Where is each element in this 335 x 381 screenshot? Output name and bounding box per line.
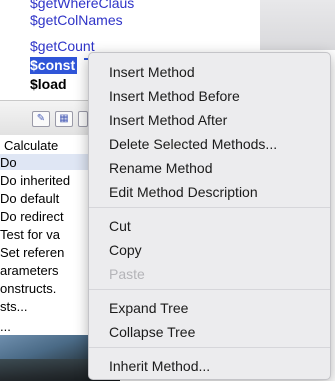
- tree-row[interactable]: Do redirect: [0, 209, 64, 224]
- menu-item-expand-tree[interactable]: Expand Tree: [109, 299, 188, 317]
- method-item-const-selected[interactable]: $const: [30, 57, 78, 74]
- menu-item-insert-method-after[interactable]: Insert Method After: [109, 111, 227, 129]
- window-background-strip: [260, 0, 335, 50]
- menu-item-insert-method-before[interactable]: Insert Method Before: [109, 87, 240, 105]
- edit-icon[interactable]: ✎: [32, 111, 50, 127]
- tree-row[interactable]: Do inherited: [0, 173, 70, 188]
- menu-item-cut[interactable]: Cut: [109, 217, 131, 235]
- menu-item-paste: Paste: [109, 266, 145, 282]
- menu-item-inherit-method[interactable]: Inherit Method...: [109, 357, 210, 375]
- menu-separator: [89, 207, 330, 208]
- table-icon[interactable]: ▦: [55, 111, 73, 127]
- tree-row[interactable]: Calculate: [4, 138, 58, 153]
- menu-separator: [89, 347, 330, 348]
- method-item-getcolnames[interactable]: $getColNames: [30, 12, 123, 29]
- tree-row[interactable]: Test for va: [0, 227, 60, 242]
- menu-item-collapse-tree[interactable]: Collapse Tree: [109, 323, 195, 341]
- tree-row[interactable]: onstructs.: [0, 281, 56, 296]
- menu-item-edit-method-description[interactable]: Edit Method Description: [109, 183, 258, 201]
- method-item-getcount[interactable]: $getCount: [30, 38, 95, 55]
- tree-row[interactable]: Do: [0, 155, 17, 170]
- tree-row[interactable]: Set referen: [0, 245, 64, 260]
- tree-row[interactable]: Do default: [0, 191, 59, 206]
- tree-row[interactable]: sts...: [0, 299, 27, 314]
- tree-row[interactable]: ...: [0, 319, 11, 334]
- method-item-getwhereclaus[interactable]: $getWhereClaus: [30, 0, 134, 12]
- menu-item-copy[interactable]: Copy: [109, 241, 142, 259]
- context-menu: Insert Method Insert Method Before Inser…: [88, 52, 331, 380]
- menu-item-delete-selected-methods[interactable]: Delete Selected Methods...: [109, 135, 277, 153]
- menu-separator: [89, 289, 330, 290]
- tree-row[interactable]: arameters: [0, 263, 59, 278]
- partial-icon[interactable]: [78, 111, 88, 127]
- method-item-load[interactable]: $load: [30, 76, 67, 93]
- menu-item-insert-method[interactable]: Insert Method: [109, 63, 195, 81]
- menu-item-rename-method[interactable]: Rename Method: [109, 159, 213, 177]
